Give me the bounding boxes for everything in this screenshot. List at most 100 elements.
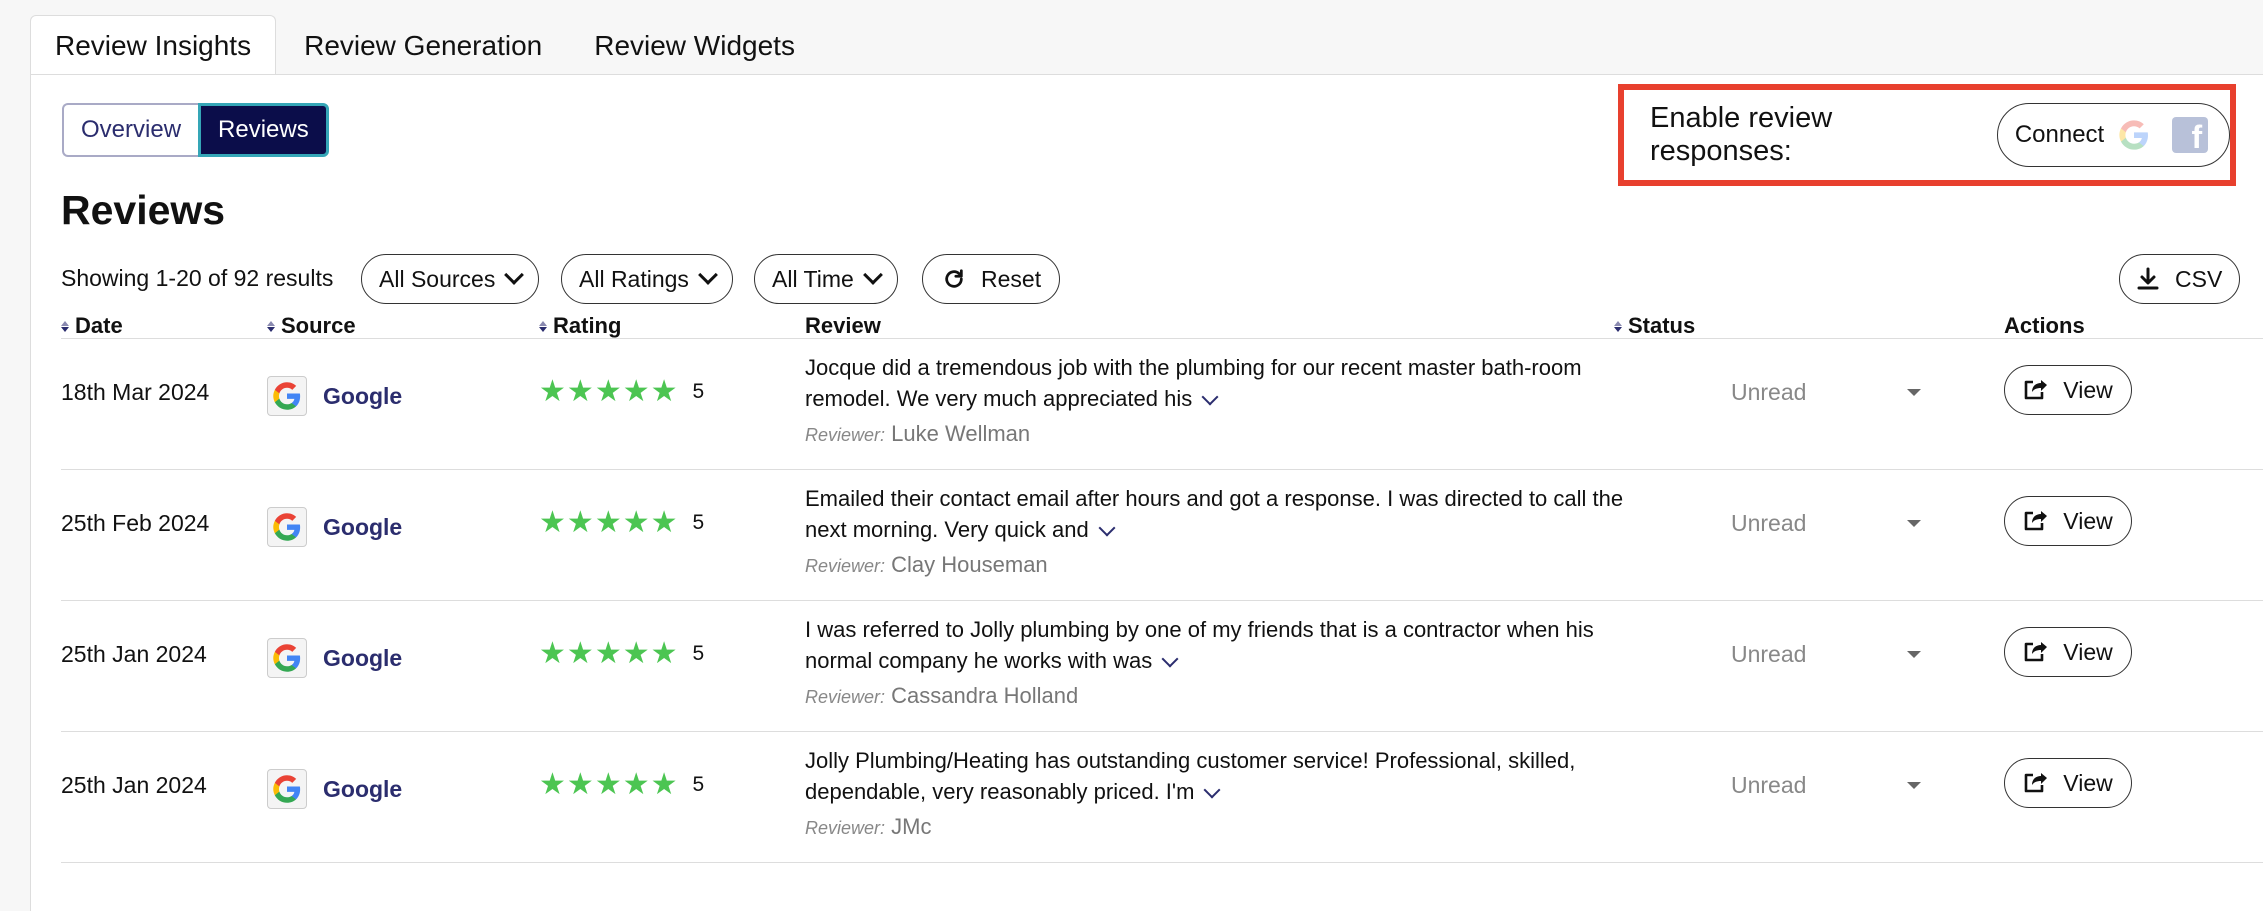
view-button[interactable]: View [2004,365,2132,415]
overview-toggle-button[interactable]: Overview [62,103,199,157]
google-icon [267,769,307,809]
review-date: 18th Mar 2024 [61,379,210,405]
view-toggle: Overview Reviews [62,103,329,157]
source-link[interactable]: Google [323,645,402,672]
expand-chevron-icon[interactable] [1203,781,1221,799]
view-button[interactable]: View [2004,758,2132,808]
sort-icon [267,320,275,332]
reviewer-label: Reviewer: [805,556,886,576]
view-label: View [2063,769,2113,796]
review-date: 25th Jan 2024 [61,641,207,667]
star-icon: ★ [594,637,622,670]
chevron-down-icon [698,265,718,285]
rating-value: 5 [692,642,705,665]
status-value: Unread [1731,772,1807,798]
share-icon [2024,511,2048,531]
reset-label: Reset [981,265,1042,292]
star-icon: ★ [622,768,650,801]
review-source: Google [267,638,402,678]
star-icon: ★ [539,768,566,801]
column-header-source[interactable]: Source [267,313,356,339]
caret-down-icon [1907,782,1921,789]
star-icon: ★ [594,375,622,408]
tab-review-generation[interactable]: Review Generation [280,16,566,75]
reviewer-line: Reviewer: Clay Houseman [805,549,1635,582]
column-header-date[interactable]: Date [61,313,123,339]
review-text-block: Jolly Plumbing/Heating has outstanding c… [805,745,1635,807]
chevron-down-icon [504,265,525,285]
reviews-toggle-button[interactable]: Reviews [198,103,329,157]
star-icon: ★ [539,506,566,539]
status-dropdown[interactable]: Unread [1731,510,1921,537]
google-icon [2119,120,2149,150]
time-filter-label: All Time [772,265,854,292]
review-text: Jolly Plumbing/Heating has outstanding c… [805,748,1576,804]
csv-label: CSV [2175,265,2223,292]
star-icon: ★ [622,375,650,408]
star-icon: ★ [566,637,594,670]
column-header-actions: Actions [2004,313,2085,339]
google-icon [267,376,307,416]
status-dropdown[interactable]: Unread [1731,379,1921,406]
source-link[interactable]: Google [323,514,402,541]
star-rating: ★ ★ ★ ★ ★ 5 [539,508,704,538]
tab-review-widgets[interactable]: Review Widgets [570,16,819,75]
star-icon: ★ [566,768,594,801]
column-header-rating[interactable]: Rating [539,313,621,339]
star-rating: ★ ★ ★ ★ ★ 5 [539,770,704,800]
star-rating: ★ ★ ★ ★ ★ 5 [539,639,704,669]
view-label: View [2063,507,2113,534]
reset-button[interactable]: Reset [922,254,1061,304]
connect-button[interactable]: Connect f [1996,103,2230,167]
reviewer-name: Cassandra Holland [891,683,1079,708]
rating-value: 5 [692,773,705,796]
star-icon: ★ [539,375,566,408]
review-content: Emailed their contact email after hours … [805,483,1635,582]
review-text: Emailed their contact email after hours … [805,486,1624,542]
column-header-review: Review [805,313,881,339]
source-link[interactable]: Google [323,776,402,803]
column-label: Status [1628,313,1696,338]
view-button[interactable]: View [2004,627,2132,677]
top-tab-bar: Review Insights Review Generation Review… [30,15,819,75]
column-label: Actions [2004,313,2085,338]
expand-chevron-icon[interactable] [1098,519,1116,537]
star-icon: ★ [566,506,594,539]
rating-value: 5 [692,380,705,403]
caret-down-icon [1907,520,1921,527]
page-title: Reviews [61,187,226,233]
sources-filter-dropdown[interactable]: All Sources [361,254,540,304]
reviewer-label: Reviewer: [805,818,886,838]
tab-review-insights[interactable]: Review Insights [30,15,277,75]
ratings-filter-dropdown[interactable]: All Ratings [561,254,733,304]
status-dropdown[interactable]: Unread [1731,772,1921,799]
column-label: Date [75,313,123,338]
sort-icon [1614,320,1622,332]
review-source: Google [267,769,402,809]
google-icon [267,507,307,547]
star-icon: ★ [650,637,678,670]
view-button[interactable]: View [2004,496,2132,546]
star-icon: ★ [539,637,566,670]
view-label: View [2063,376,2113,403]
star-icon: ★ [594,506,622,539]
status-value: Unread [1731,510,1807,536]
review-text-block: Emailed their contact email after hours … [805,483,1635,545]
connect-highlight-box: Enable review responses: Connect f [1618,84,2236,186]
sort-icon [61,320,69,332]
expand-chevron-icon[interactable] [1201,388,1219,406]
status-dropdown[interactable]: Unread [1731,641,1921,668]
reviewer-line: Reviewer: JMc [805,811,1635,844]
time-filter-dropdown[interactable]: All Time [754,254,898,304]
column-label: Rating [553,313,622,338]
facebook-icon: f [2172,117,2209,153]
source-link[interactable]: Google [323,383,402,410]
star-icon: ★ [594,768,622,801]
share-icon [2024,380,2048,400]
star-icon: ★ [650,506,678,539]
column-header-status[interactable]: Status [1614,313,1695,339]
status-value: Unread [1731,379,1807,405]
reviewer-name: Clay Houseman [891,552,1048,577]
expand-chevron-icon[interactable] [1161,650,1179,668]
csv-download-button[interactable]: CSV [2119,254,2241,304]
